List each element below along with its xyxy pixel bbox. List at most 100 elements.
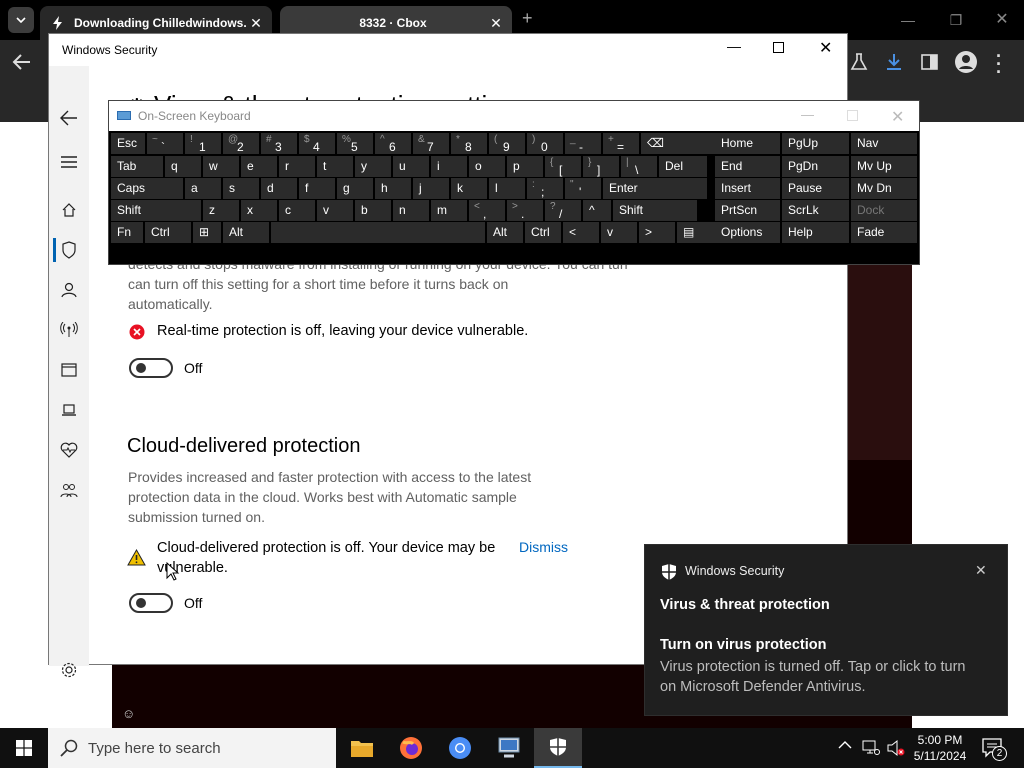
osk-key[interactable]: ^ [583,200,611,221]
firefox-icon[interactable] [387,728,435,768]
realtime-protection-toggle[interactable] [129,358,173,378]
restore-browser-button[interactable]: ❐ [936,8,976,32]
osk-key[interactable]: $4 [299,133,335,154]
osk-nav-key[interactable]: Fade [851,222,917,243]
osk-key[interactable]: y [355,156,391,177]
osk-nav-key[interactable]: PgUp [782,133,849,154]
shield-icon[interactable] [57,238,81,262]
device-laptop-icon[interactable] [57,398,81,422]
notification-center-icon[interactable]: 2 [982,738,1007,761]
osk-key[interactable]: _ - [565,133,601,154]
osk-key[interactable]: Esc [111,133,145,154]
osk-key[interactable]: q [165,156,201,177]
osk-key[interactable]: < [563,222,599,243]
health-heart-icon[interactable] [57,438,81,462]
osk-key[interactable]: d [261,178,297,199]
osk-key[interactable]: Alt [223,222,269,243]
osk-key[interactable]: Shift [111,200,201,221]
settings-gear-icon[interactable] [57,658,81,682]
minimize-button[interactable]: — [727,38,741,54]
close-button[interactable]: ✕ [819,38,832,58]
osk-key[interactable]: Tab [111,156,163,177]
maximize-button[interactable] [773,42,784,53]
osk-key[interactable]: }] [583,156,619,177]
chromium-icon[interactable] [436,728,484,768]
osk-key[interactable]: a [185,178,221,199]
osk-key[interactable]: p [507,156,543,177]
osk-key[interactable]: & 7 [413,133,449,154]
osk-key[interactable]: w [203,156,239,177]
osk-maximize-button[interactable] [847,110,858,121]
osk-key[interactable]: l [489,178,525,199]
side-panel-icon[interactable] [920,52,940,72]
osk-key[interactable]: x [241,200,277,221]
account-person-icon[interactable] [57,278,81,302]
tab-search-button[interactable] [8,7,34,33]
osk-key[interactable]: t [317,156,353,177]
osk-key[interactable]: n [393,200,429,221]
osk-key[interactable]: ^ 6 [375,133,411,154]
osk-key[interactable]: Ctrl [525,222,561,243]
osk-key[interactable]: {[ [545,156,581,177]
osk-nav-key[interactable]: PgDn [782,156,849,177]
emoji-icon[interactable]: ☺ [122,706,135,721]
network-antenna-icon[interactable] [57,318,81,342]
remote-desktop-icon[interactable] [485,728,533,768]
osk-key[interactable] [271,222,485,243]
osk-key[interactable]: % 5 [337,133,373,154]
osk-key[interactable]: Del [659,156,707,177]
osk-key[interactable]: #3 [261,133,297,154]
osk-nav-key[interactable]: Mv Dn [851,178,917,199]
osk-key[interactable]: b [355,200,391,221]
osk-key[interactable]: k [451,178,487,199]
osk-key[interactable]: ! 1 [185,133,221,154]
osk-key[interactable]: e [241,156,277,177]
dismiss-link[interactable]: Dismiss [519,539,568,555]
osk-key[interactable]: Caps [111,178,183,199]
osk-nav-key[interactable]: Home [715,133,780,154]
kebab-menu-icon[interactable]: · · · [996,47,1002,81]
osk-key[interactable]: " ' [565,178,601,199]
osk-key[interactable]: v [317,200,353,221]
osk-key[interactable]: o [469,156,505,177]
osk-nav-key[interactable]: Mv Up [851,156,917,177]
tab-close-button[interactable]: ✕ [486,15,506,32]
notification-toast[interactable]: Windows Security ✕ Virus & threat protec… [644,544,1008,716]
osk-minimize-button[interactable]: — [801,107,814,122]
toast-close-button[interactable]: ✕ [975,562,987,579]
osk-nav-key[interactable]: Help [782,222,849,243]
osk-key[interactable]: ⊞ [193,222,221,243]
osk-nav-key[interactable]: Dock [851,200,917,221]
osk-key[interactable]: u [393,156,429,177]
hamburger-menu-icon[interactable] [57,150,81,174]
osk-key[interactable]: s [223,178,259,199]
osk-nav-key[interactable]: Insert [715,178,780,199]
osk-key[interactable]: z [203,200,239,221]
family-people-icon[interactable] [57,478,81,502]
osk-key[interactable]: Shift [613,200,697,221]
tab-close-button[interactable]: ✕ [246,15,266,32]
close-browser-button[interactable]: ✕ [982,8,1022,32]
osk-key[interactable]: v [601,222,637,243]
osk-key[interactable]: f [299,178,335,199]
minimize-browser-button[interactable]: — [888,8,928,32]
osk-key[interactable]: ~ ` [147,133,183,154]
osk-key[interactable]: ⌫ [641,133,723,154]
volume-muted-icon[interactable] [886,739,906,757]
osk-key[interactable]: i [431,156,467,177]
download-icon[interactable] [884,52,904,72]
app-browser-icon[interactable] [57,358,81,382]
osk-key[interactable]: m [431,200,467,221]
osk-key[interactable]: <, [469,200,505,221]
cloud-protection-toggle[interactable] [129,593,173,613]
osk-key[interactable]: @2 [223,133,259,154]
osk-key[interactable]: Enter [603,178,707,199]
osk-key[interactable]: Fn [111,222,143,243]
start-windows-icon[interactable] [0,728,48,768]
osk-key[interactable]: + = [603,133,639,154]
network-icon[interactable] [862,740,880,756]
back-arrow-icon[interactable] [12,53,32,71]
osk-key[interactable]: :; [527,178,563,199]
osk-key[interactable]: j [413,178,449,199]
back-arrow-icon[interactable] [57,106,81,130]
